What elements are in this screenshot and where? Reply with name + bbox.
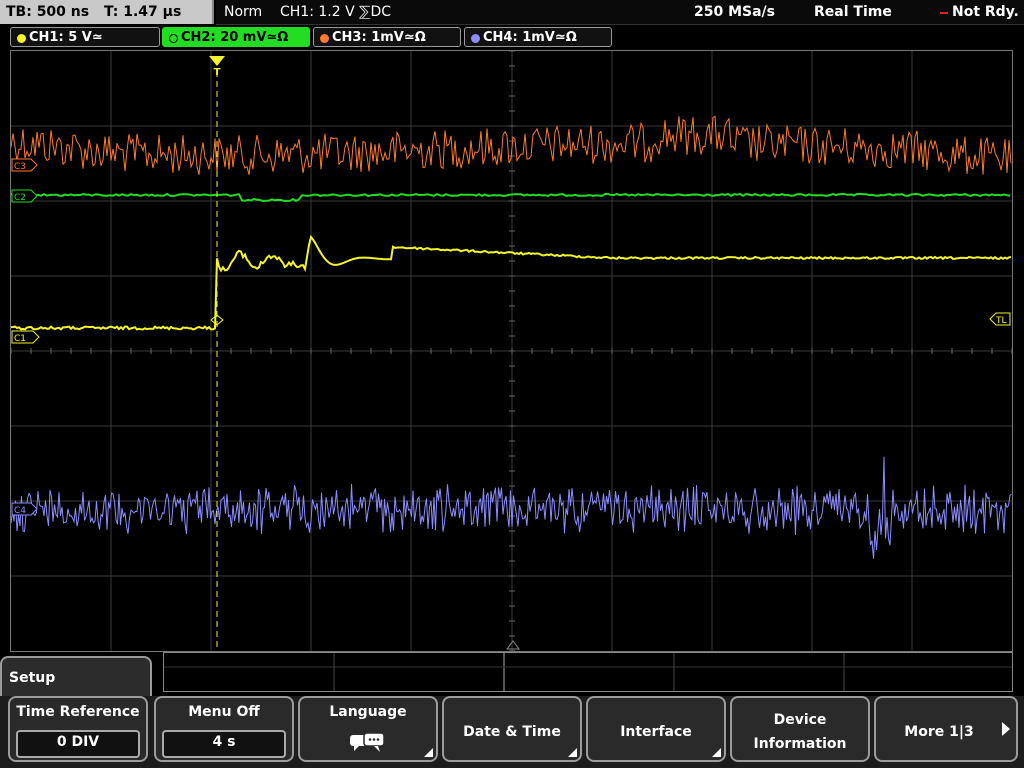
time-reference-marker-icon bbox=[506, 640, 520, 650]
svg-text:TL: TL bbox=[995, 316, 1007, 326]
channel-tab-ch4[interactable]: CH4: 1mV≃Ω bbox=[464, 27, 612, 47]
language-label: Language bbox=[329, 704, 407, 720]
next-arrow-icon bbox=[1002, 722, 1010, 736]
trigger-info[interactable]: Norm CH1: 1.2 V ⅀DC 250 MSa/s Real Time … bbox=[216, 0, 1024, 25]
trigger-setting: CH1: 1.2 V ⅀DC bbox=[280, 4, 392, 20]
device-information-button[interactable]: Device Information bbox=[730, 696, 870, 762]
ch2-label: CH2: 20 mV≃Ω bbox=[181, 30, 289, 45]
sample-rate: 250 MSa/s bbox=[694, 4, 776, 20]
trigger-time-value: T: 1.47 µs bbox=[103, 4, 182, 20]
device-info-label-line1: Device bbox=[773, 712, 827, 728]
channel-tab-ch3[interactable]: CH3: 1mV≃Ω bbox=[313, 27, 461, 47]
ch2-color-dot-icon bbox=[169, 34, 178, 43]
speech-bubbles-icon bbox=[350, 732, 385, 752]
softkey-bar: Time Reference 0 DIV Menu Off 4 s Langua… bbox=[0, 696, 1024, 768]
interface-button[interactable]: Interface bbox=[586, 696, 726, 762]
traces bbox=[11, 115, 1012, 559]
channel-tab-ch2[interactable]: CH2: 20 mV≃Ω bbox=[162, 27, 310, 47]
date-time-button[interactable]: Date & Time bbox=[442, 696, 582, 762]
menu-off-value: 4 s bbox=[162, 730, 286, 758]
ch3-trace bbox=[11, 115, 1012, 175]
svg-text:C2: C2 bbox=[14, 193, 26, 203]
timebase-box[interactable]: TB: 500 ns T: 1.47 µs bbox=[0, 0, 214, 24]
state-indicator-icon bbox=[940, 12, 948, 14]
menu-off-button[interactable]: Menu Off 4 s bbox=[154, 696, 294, 762]
submenu-corner-icon bbox=[712, 748, 721, 757]
channel-tab-ch1[interactable]: CH1: 5 V≃ bbox=[10, 27, 160, 47]
status-bar: TB: 500 ns T: 1.47 µs Norm CH1: 1.2 V ⅀D… bbox=[0, 0, 1024, 26]
message-area-grid bbox=[164, 653, 1012, 691]
trigger-mode: Norm bbox=[224, 4, 263, 20]
ch3-offset-marker[interactable]: C3 bbox=[11, 158, 38, 172]
menu-title-tab: Setup bbox=[0, 656, 152, 696]
ch1-offset-marker[interactable]: C1 bbox=[11, 330, 40, 344]
ch4-label: CH4: 1mV≃Ω bbox=[483, 30, 577, 45]
ch4-color-dot-icon bbox=[471, 34, 480, 43]
ch2-trace bbox=[11, 192, 1011, 203]
waveform-display[interactable]: T C3 C2 C1 C4 TL bbox=[10, 50, 1013, 652]
more-label: More 1|3 bbox=[904, 724, 974, 740]
ch3-color-dot-icon bbox=[320, 34, 329, 43]
menu-title: Setup bbox=[9, 670, 56, 686]
time-reference-button[interactable]: Time Reference 0 DIV bbox=[8, 696, 148, 762]
channel-tabs: CH1: 5 V≃ CH2: 20 mV≃Ω CH3: 1mV≃Ω CH4: 1… bbox=[0, 27, 1024, 49]
ch1-color-dot-icon bbox=[17, 34, 26, 43]
ch4-offset-marker[interactable]: C4 bbox=[11, 502, 38, 516]
ch3-label: CH3: 1mV≃Ω bbox=[332, 30, 426, 45]
graticule: T C3 C2 C1 C4 TL bbox=[11, 51, 1012, 651]
device-info-label-line2: Information bbox=[753, 736, 847, 752]
submenu-corner-icon bbox=[424, 748, 433, 757]
ch4-trace bbox=[11, 456, 1012, 559]
timebase-value: TB: 500 ns bbox=[6, 4, 90, 20]
trigger-pos-label: T bbox=[214, 67, 221, 78]
interface-label: Interface bbox=[620, 724, 692, 740]
menu-off-label: Menu Off bbox=[188, 704, 260, 720]
acquisition-mode: Real Time bbox=[814, 4, 892, 20]
trigger-level-marker[interactable]: TL bbox=[989, 312, 1011, 326]
svg-text:C3: C3 bbox=[14, 162, 26, 172]
ch1-label: CH1: 5 V≃ bbox=[29, 30, 103, 45]
submenu-corner-icon bbox=[568, 748, 577, 757]
acquisition-state: Not Rdy. bbox=[952, 4, 1019, 20]
time-reference-value: 0 DIV bbox=[16, 730, 140, 758]
date-time-label: Date & Time bbox=[463, 724, 561, 740]
message-area bbox=[163, 652, 1013, 692]
time-reference-label: Time Reference bbox=[16, 704, 140, 720]
svg-text:C4: C4 bbox=[14, 506, 26, 516]
language-button[interactable]: Language bbox=[298, 696, 438, 762]
ch1-trace bbox=[11, 234, 1012, 331]
svg-text:C1: C1 bbox=[14, 334, 26, 344]
more-button[interactable]: More 1|3 bbox=[874, 696, 1018, 762]
